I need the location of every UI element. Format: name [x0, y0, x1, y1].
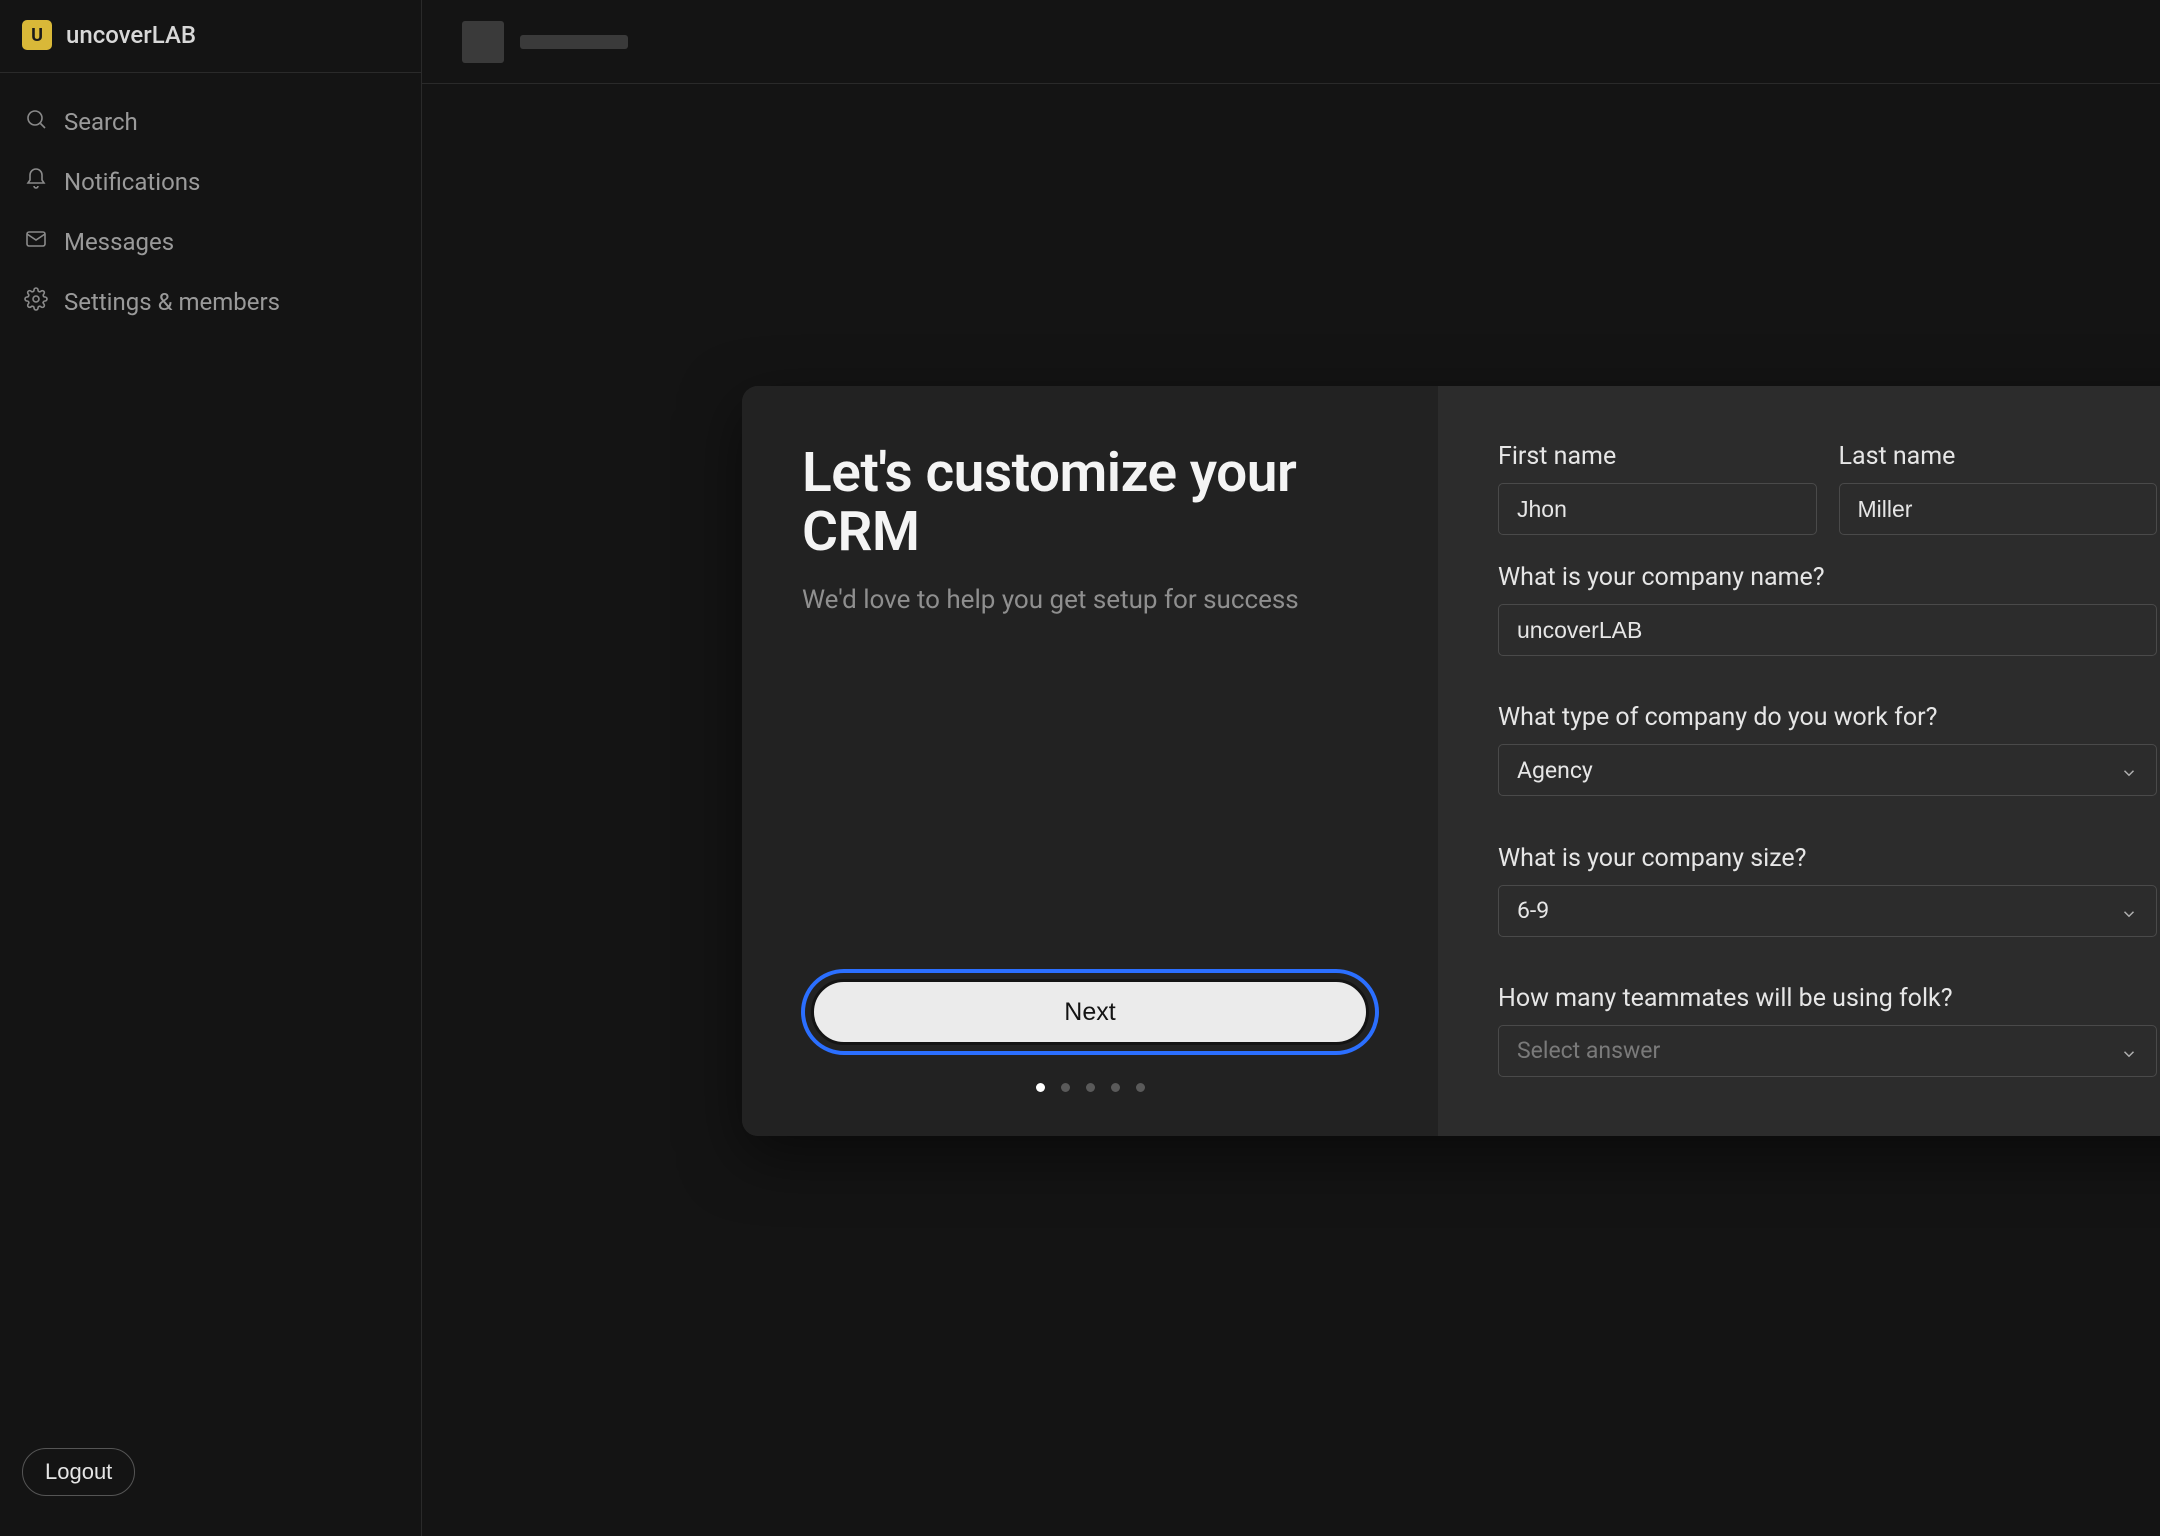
next-button-focus-ring: Next	[801, 969, 1379, 1055]
sidebar-item-label: Search	[64, 108, 138, 136]
main: Let's customize your CRM We'd love to he…	[422, 0, 2160, 1536]
company-size-select[interactable]: 6-9	[1498, 885, 2157, 937]
company-size-value: 6-9	[1517, 897, 1549, 924]
company-type-value: Agency	[1517, 757, 1593, 784]
last-name-input[interactable]	[1858, 496, 2139, 523]
brand-name: uncoverLAB	[66, 21, 196, 49]
teammates-select[interactable]: Select answer	[1498, 1025, 2157, 1077]
search-icon	[24, 107, 48, 137]
step-dot	[1061, 1083, 1070, 1092]
chevron-down-icon	[2120, 902, 2138, 920]
bell-icon	[24, 167, 48, 197]
sidebar-item-search[interactable]: Search	[12, 97, 409, 147]
first-name-field[interactable]	[1498, 483, 1817, 535]
company-name-field[interactable]	[1498, 604, 2157, 656]
brand: U uncoverLAB	[0, 20, 421, 73]
first-name-label: First name	[1498, 442, 1817, 471]
logout-button[interactable]: Logout	[22, 1448, 135, 1496]
step-indicator	[1036, 1083, 1145, 1092]
sidebar-item-label: Settings & members	[64, 288, 280, 316]
modal-form-panel: First name Last name What is your compan…	[1438, 386, 2160, 1136]
next-button[interactable]: Next	[811, 979, 1369, 1045]
chevron-down-icon	[2120, 761, 2138, 779]
sidebar: U uncoverLAB Search Notifications Mess	[0, 0, 422, 1536]
brand-logo: U	[22, 20, 52, 50]
gear-icon	[24, 287, 48, 317]
sidebar-item-settings[interactable]: Settings & members	[12, 277, 409, 327]
step-dot	[1111, 1083, 1120, 1092]
logout-wrap: Logout	[0, 1428, 421, 1516]
skeleton-bar	[520, 35, 628, 49]
teammates-label: How many teammates will be using folk?	[1498, 984, 2157, 1013]
company-name-label: What is your company name?	[1498, 563, 2157, 592]
modal-title: Let's customize your CRM	[802, 444, 1378, 563]
onboarding-modal: Let's customize your CRM We'd love to he…	[742, 386, 2160, 1136]
skeleton-square	[462, 21, 504, 63]
modal-left-panel: Let's customize your CRM We'd love to he…	[742, 386, 1438, 1136]
company-type-label: What type of company do you work for?	[1498, 703, 2157, 732]
sidebar-nav: Search Notifications Messages Settings &…	[0, 73, 421, 351]
company-name-input[interactable]	[1517, 617, 2138, 644]
topbar	[422, 0, 2160, 84]
sidebar-item-label: Messages	[64, 228, 174, 256]
step-dot	[1086, 1083, 1095, 1092]
sidebar-item-messages[interactable]: Messages	[12, 217, 409, 267]
company-size-label: What is your company size?	[1498, 844, 2157, 873]
modal-subtitle: We'd love to help you get setup for succ…	[802, 585, 1378, 615]
chevron-down-icon	[2120, 1042, 2138, 1060]
sidebar-item-label: Notifications	[64, 168, 200, 196]
first-name-input[interactable]	[1517, 496, 1798, 523]
teammates-placeholder: Select answer	[1517, 1037, 1660, 1064]
last-name-label: Last name	[1839, 442, 2158, 471]
step-dot	[1036, 1083, 1045, 1092]
mail-icon	[24, 227, 48, 257]
company-type-select[interactable]: Agency	[1498, 744, 2157, 796]
step-dot	[1136, 1083, 1145, 1092]
last-name-field[interactable]	[1839, 483, 2158, 535]
sidebar-item-notifications[interactable]: Notifications	[12, 157, 409, 207]
